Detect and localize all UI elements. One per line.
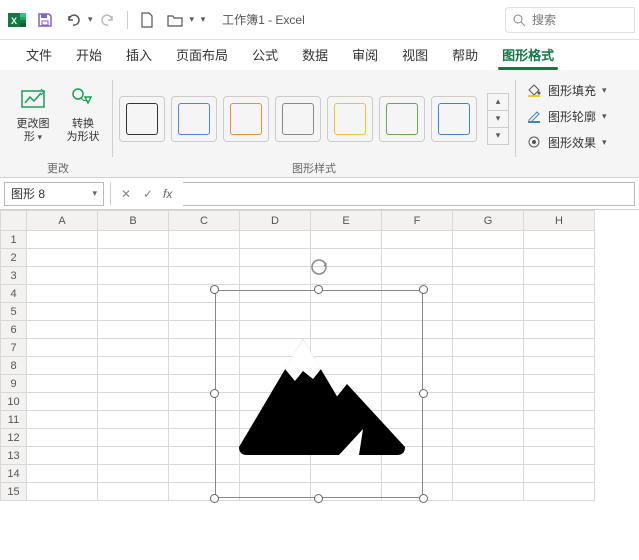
- col-header[interactable]: B: [98, 211, 169, 231]
- col-header[interactable]: D: [240, 211, 311, 231]
- search-placeholder: 搜索: [532, 11, 556, 28]
- tab-insert[interactable]: 插入: [114, 39, 164, 70]
- col-header[interactable]: G: [453, 211, 524, 231]
- tab-view[interactable]: 视图: [390, 39, 440, 70]
- select-all-corner[interactable]: [1, 211, 27, 231]
- shape-outline-button[interactable]: 图形轮廓▾: [522, 104, 611, 128]
- group-shape-styles-label: 图形样式: [292, 159, 336, 177]
- effects-icon: [526, 134, 542, 150]
- undo-dropdown-icon[interactable]: ▾: [88, 14, 93, 25]
- group-change: 更改图 形 ▾ 转换 为形状 更改: [4, 74, 112, 177]
- row-header[interactable]: 10: [1, 393, 27, 411]
- style-thumb-6[interactable]: [379, 96, 425, 142]
- style-thumb-7[interactable]: [431, 96, 477, 142]
- formula-bar-input[interactable]: [183, 182, 635, 206]
- document-title: 工作簿1 - Excel: [222, 11, 305, 28]
- row-header[interactable]: 7: [1, 339, 27, 357]
- paint-bucket-icon: [526, 82, 542, 98]
- style-thumb-1[interactable]: [119, 96, 165, 142]
- tab-file[interactable]: 文件: [14, 39, 64, 70]
- tab-shape-format[interactable]: 图形格式: [490, 39, 566, 70]
- namebox-dropdown-icon[interactable]: ▾: [92, 188, 97, 199]
- mountain-icon: [215, 290, 423, 498]
- cancel-formula-button[interactable]: ✕: [115, 182, 137, 206]
- col-header[interactable]: C: [169, 211, 240, 231]
- open-file-button[interactable]: [162, 7, 188, 33]
- tab-data[interactable]: 数据: [290, 39, 340, 70]
- tab-formulas[interactable]: 公式: [240, 39, 290, 70]
- shape-fill-button[interactable]: 图形填充▾: [522, 78, 611, 102]
- save-button[interactable]: [32, 7, 58, 33]
- excel-icon: X: [4, 7, 30, 33]
- gallery-scroll-down[interactable]: ▾: [488, 110, 508, 127]
- ribbon-tabs: 文件 开始 插入 页面布局 公式 数据 审阅 视图 帮助 图形格式: [0, 40, 639, 70]
- open-dropdown-icon[interactable]: ▾: [190, 14, 195, 25]
- title-bar: X ▾ ▾ ▾ 工作簿1 - Excel 搜索: [0, 0, 639, 40]
- rotate-handle[interactable]: [310, 258, 328, 276]
- qat-separator: [127, 11, 128, 29]
- row-header[interactable]: 12: [1, 429, 27, 447]
- col-header[interactable]: E: [311, 211, 382, 231]
- style-thumb-2[interactable]: [171, 96, 217, 142]
- row-header[interactable]: 15: [1, 483, 27, 501]
- undo-button[interactable]: [60, 7, 86, 33]
- change-graphic-button[interactable]: 更改图 形 ▾: [10, 78, 56, 156]
- row-header[interactable]: 2: [1, 249, 27, 267]
- row-header[interactable]: 5: [1, 303, 27, 321]
- style-thumb-5[interactable]: [327, 96, 373, 142]
- formula-bar-row: 图形 8 ▾ ✕ ✓ fx: [0, 178, 639, 210]
- tab-home[interactable]: 开始: [64, 39, 114, 70]
- row-header[interactable]: 1: [1, 231, 27, 249]
- tab-review[interactable]: 审阅: [340, 39, 390, 70]
- col-header[interactable]: H: [524, 211, 595, 231]
- col-header[interactable]: A: [27, 211, 98, 231]
- fx-label[interactable]: fx: [159, 187, 176, 201]
- row-header[interactable]: 4: [1, 285, 27, 303]
- tab-help[interactable]: 帮助: [440, 39, 490, 70]
- style-thumb-4[interactable]: [275, 96, 321, 142]
- row-header[interactable]: 11: [1, 411, 27, 429]
- redo-button[interactable]: [95, 7, 121, 33]
- col-header[interactable]: F: [382, 211, 453, 231]
- gallery-scroll-up[interactable]: ▴: [488, 94, 508, 110]
- row-header[interactable]: 13: [1, 447, 27, 465]
- row-header[interactable]: 3: [1, 267, 27, 285]
- search-box[interactable]: 搜索: [505, 7, 635, 33]
- svg-text:X: X: [11, 16, 17, 26]
- selected-shape[interactable]: [215, 290, 423, 498]
- search-icon: [512, 13, 526, 27]
- row-header[interactable]: 8: [1, 357, 27, 375]
- tab-page-layout[interactable]: 页面布局: [164, 39, 240, 70]
- convert-to-shape-button[interactable]: 转换 为形状: [60, 78, 106, 156]
- group-shape-styles: ▴ ▾ ▾ 图形样式: [113, 74, 515, 177]
- quick-access-toolbar: X ▾ ▾ ▾: [4, 7, 210, 33]
- shape-style-gallery: ▴ ▾ ▾: [119, 74, 509, 159]
- row-header[interactable]: 9: [1, 375, 27, 393]
- group-change-label: 更改: [47, 159, 69, 177]
- group-shape-format-options: 图形填充▾ 图形轮廓▾ 图形效果▾: [516, 74, 623, 177]
- shape-effects-button[interactable]: 图形效果▾: [522, 130, 611, 154]
- enter-formula-button[interactable]: ✓: [137, 182, 159, 206]
- qat-customize-button[interactable]: ▾: [196, 7, 210, 33]
- pen-icon: [526, 108, 542, 124]
- row-header[interactable]: 14: [1, 465, 27, 483]
- name-box[interactable]: 图形 8 ▾: [4, 182, 104, 206]
- gallery-expand[interactable]: ▾: [488, 127, 508, 144]
- new-file-button[interactable]: [134, 7, 160, 33]
- row-header[interactable]: 6: [1, 321, 27, 339]
- ribbon: 更改图 形 ▾ 转换 为形状 更改 ▴: [0, 70, 639, 178]
- gallery-more: ▴ ▾ ▾: [487, 93, 509, 145]
- style-thumb-3[interactable]: [223, 96, 269, 142]
- spreadsheet-area: A B C D E F G H 1 2 3 4 5 6 7 8 9 10 11 …: [0, 210, 639, 501]
